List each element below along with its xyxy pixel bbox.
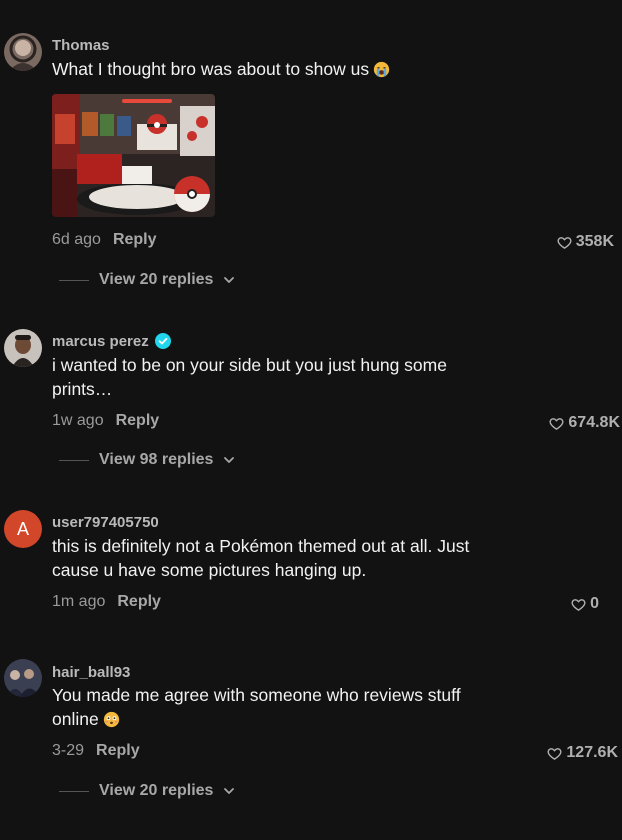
comment-username-text: marcus perez <box>52 333 149 350</box>
comment-text-content: What I thought bro was about to show us <box>52 59 370 79</box>
view-replies-button[interactable]: View 20 replies <box>59 782 235 800</box>
view-replies-button[interactable]: View 20 replies <box>59 271 235 289</box>
heart-icon <box>557 236 572 249</box>
heart-icon <box>547 747 562 760</box>
view-replies-label: View 98 replies <box>99 451 214 468</box>
reply-button[interactable]: Reply <box>116 412 160 429</box>
comment-time: 1w ago <box>52 412 104 429</box>
view-replies-label: View 20 replies <box>99 271 214 288</box>
chevron-down-icon <box>224 457 235 463</box>
comment-meta: 1w ago Reply <box>52 412 159 430</box>
heart-icon <box>549 417 564 430</box>
chevron-down-icon <box>224 788 235 794</box>
like-button[interactable]: 127.6K <box>547 744 618 762</box>
comment-text: i wanted to be on your side but you just… <box>52 355 447 399</box>
divider-line <box>59 459 89 461</box>
comment-username[interactable]: user797405750 <box>52 514 159 531</box>
avatar[interactable] <box>4 33 42 71</box>
avatar[interactable] <box>4 329 42 367</box>
comments-panel: Thomas What I thought bro was about to s… <box>0 0 622 840</box>
comment-image-pokemon-room[interactable] <box>52 94 215 217</box>
avatar[interactable] <box>4 659 42 697</box>
divider-line <box>59 790 89 792</box>
heart-icon <box>571 598 586 611</box>
like-button[interactable]: 674.8K <box>549 414 620 432</box>
like-count: 358K <box>575 233 614 250</box>
divider-line <box>59 279 89 281</box>
like-count: 674.8K <box>568 414 620 431</box>
comment-text: What I thought bro was about to show us <box>52 57 512 81</box>
like-count: 0 <box>590 595 599 612</box>
comment-time: 3-29 <box>52 742 85 759</box>
comment-username[interactable]: marcus perez <box>52 333 171 350</box>
like-button[interactable]: 358K <box>557 233 614 251</box>
comment-time: 1m ago <box>52 593 106 610</box>
comment-username[interactable]: hair_ball93 <box>52 664 130 681</box>
chevron-down-icon <box>224 277 235 283</box>
comment-meta: 1m ago Reply <box>52 593 161 611</box>
like-button[interactable]: 0 <box>571 595 599 613</box>
avatar-letter: A <box>16 518 29 539</box>
comment-meta: 3-29 Reply <box>52 742 140 760</box>
view-replies-button[interactable]: View 98 replies <box>59 451 235 469</box>
comment-time: 6d ago <box>52 231 101 248</box>
comment-username[interactable]: Thomas <box>52 37 110 54</box>
avatar[interactable]: A <box>4 510 42 548</box>
loudly-crying-face-emoji <box>373 61 390 78</box>
comment-text: You made me agree with someone who revie… <box>52 683 502 731</box>
flushed-face-emoji <box>103 711 119 728</box>
view-replies-label: View 20 replies <box>99 782 214 799</box>
reply-button[interactable]: Reply <box>113 231 157 248</box>
comment-meta: 6d ago Reply <box>52 231 157 249</box>
like-count: 127.6K <box>566 744 618 761</box>
verified-badge-icon <box>154 333 171 349</box>
reply-button[interactable]: Reply <box>117 593 161 610</box>
reply-button[interactable]: Reply <box>96 742 140 759</box>
comment-text: this is definitely not a Pokémon themed … <box>52 536 470 580</box>
